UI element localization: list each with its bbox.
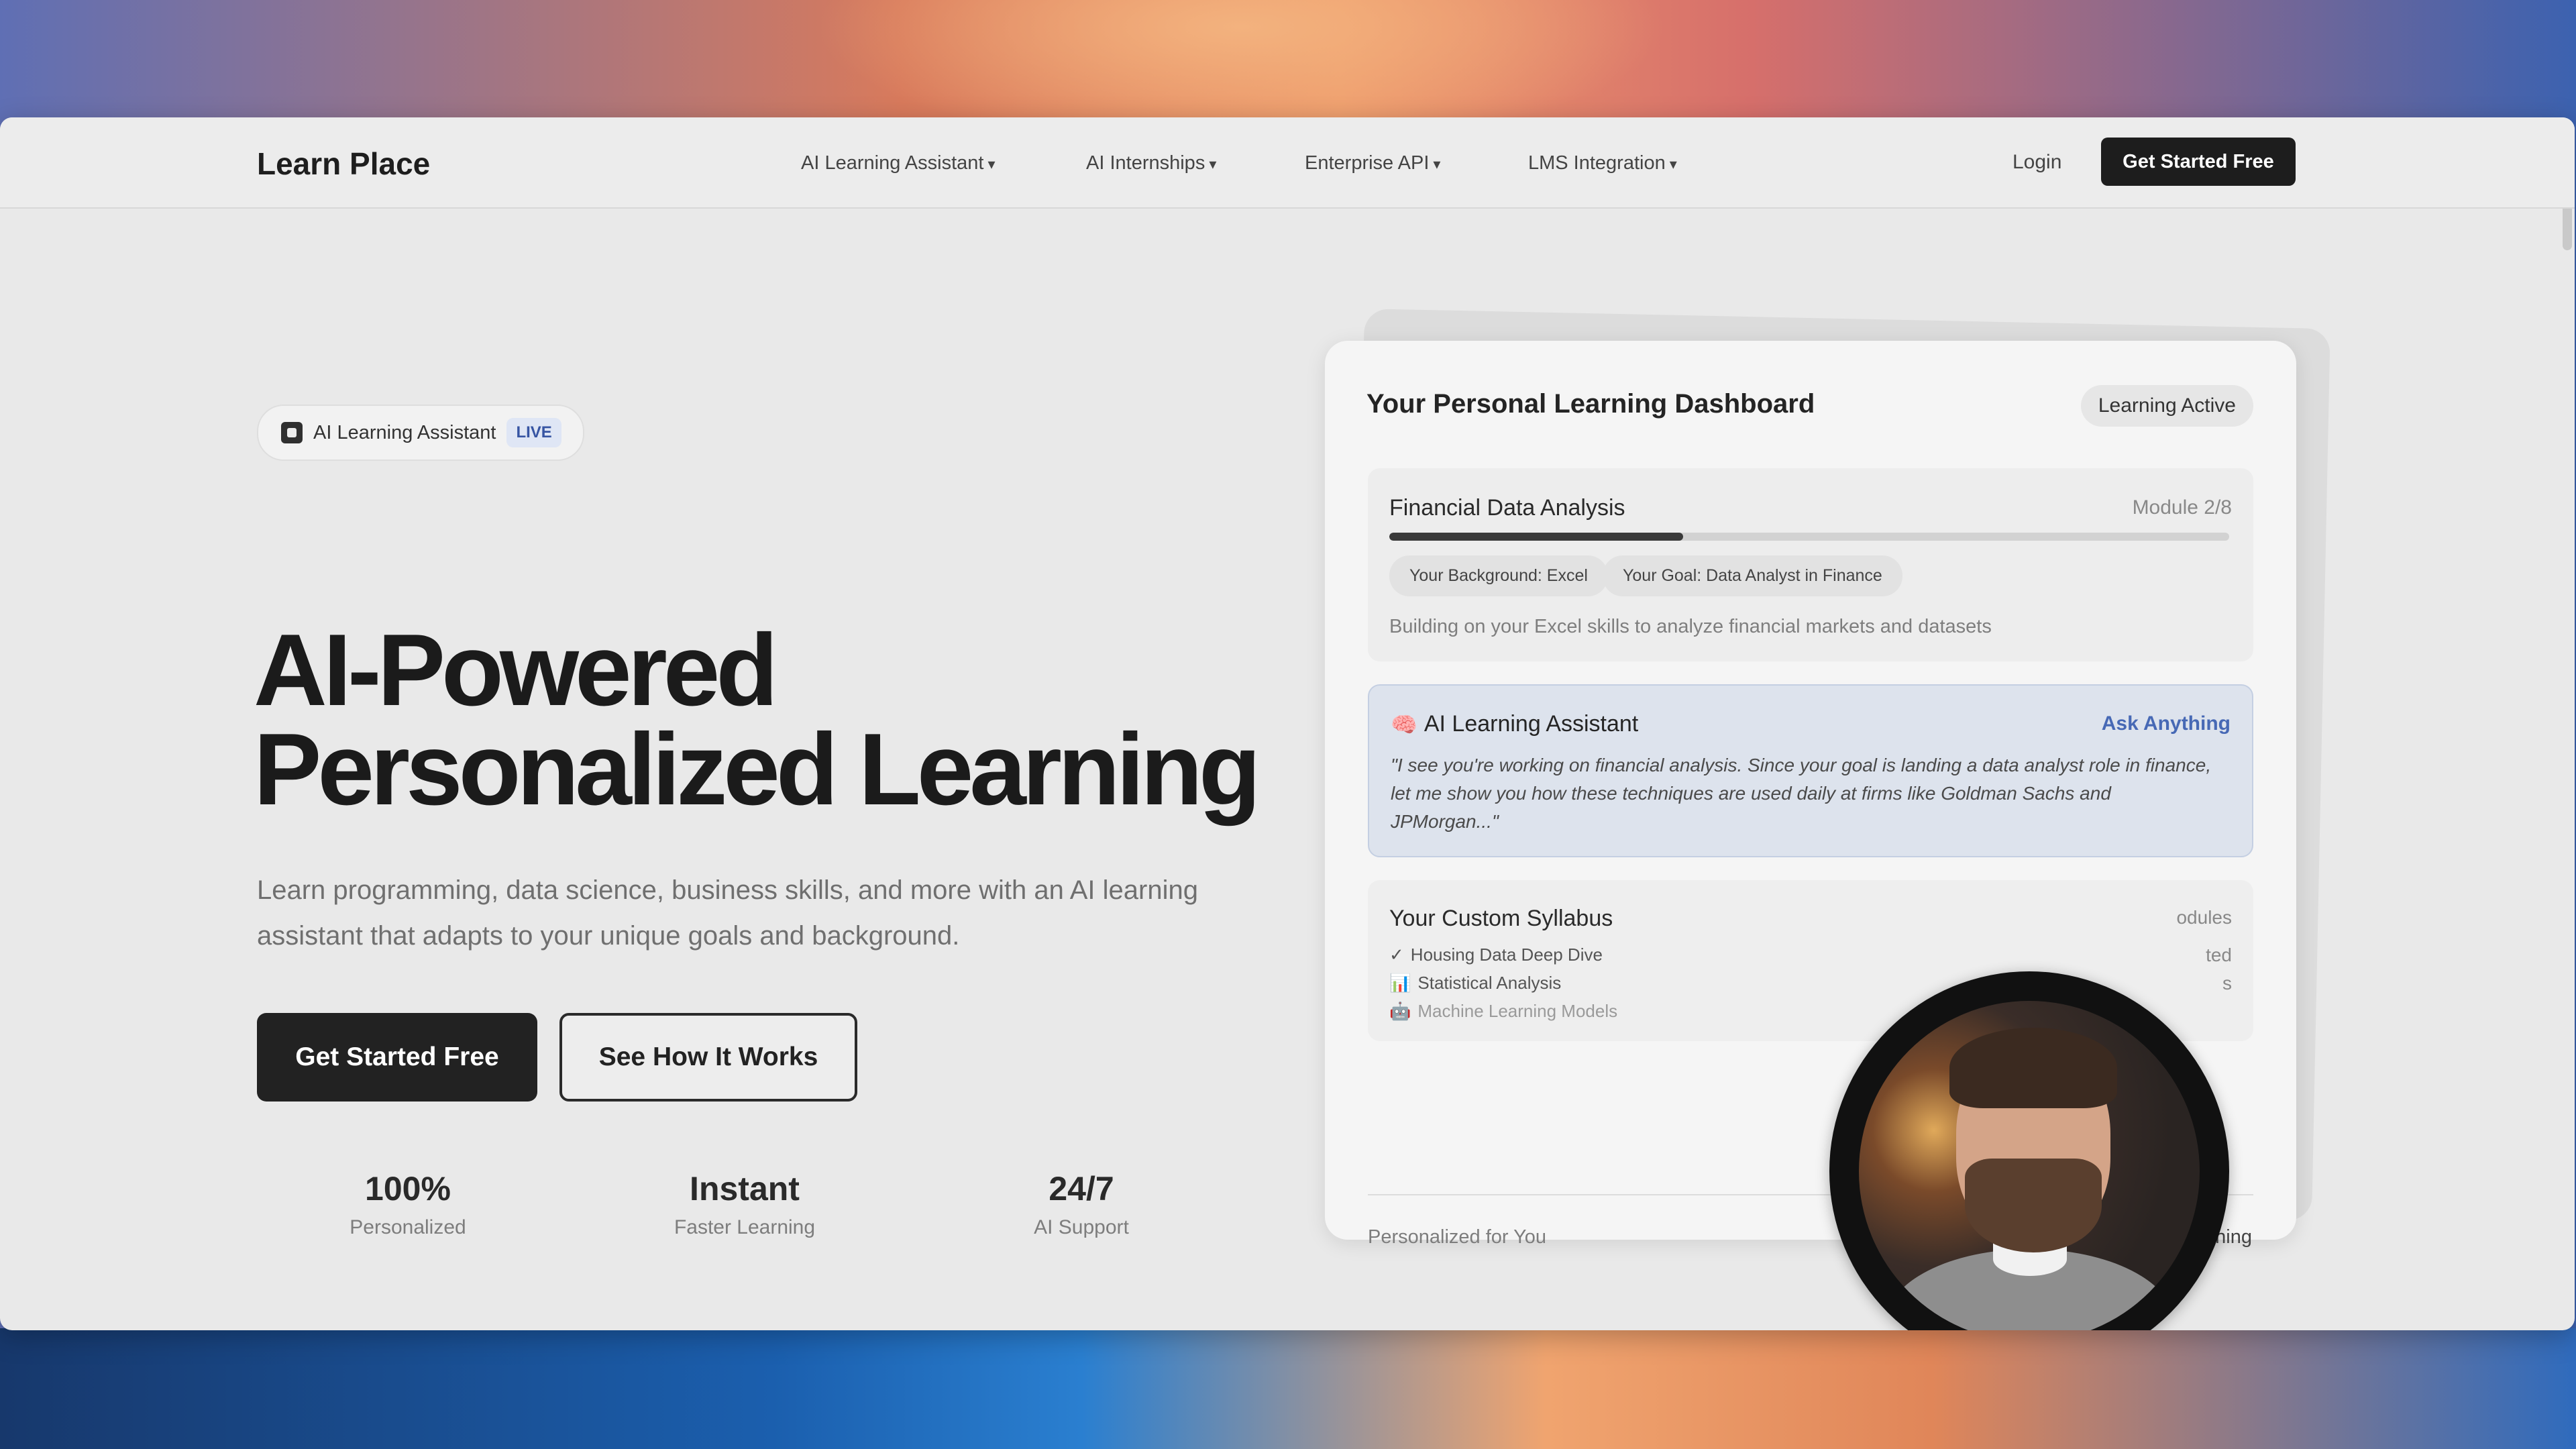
nav-label: AI Learning Assistant — [801, 152, 984, 174]
nav-label: Enterprise API — [1305, 152, 1430, 174]
presenter-beard — [1965, 1159, 2102, 1252]
see-how-it-works-button[interactable]: See How It Works — [559, 1013, 857, 1102]
module-count: Module 2/8 — [2132, 496, 2232, 519]
module-progress-bar — [1389, 533, 2229, 541]
nav-label: LMS Integration — [1528, 152, 1666, 174]
browser-window: Learn Place AI Learning Assistant ▾ AI In… — [0, 117, 2575, 1330]
chevron-down-icon: ▾ — [1669, 156, 1677, 172]
presenter-hair — [1949, 1028, 2117, 1108]
hero-subtitle: Learn programming, data science, busines… — [257, 875, 1198, 951]
goal-tag: Your Goal: Data Analyst in Finance — [1603, 555, 1902, 596]
stat-label: AI Support — [1034, 1216, 1129, 1238]
stat-value: 100% — [365, 1170, 451, 1208]
hero-title-line2: Personalized Learning — [254, 712, 1261, 826]
stat-instant: Instant Faster Learning — [631, 1169, 859, 1239]
module-panel[interactable]: Financial Data Analysis Module 2/8 Your … — [1368, 468, 2253, 661]
top-navbar: Learn Place AI Learning Assistant ▾ AI In… — [0, 117, 2575, 209]
module-name: Financial Data Analysis — [1389, 495, 1625, 521]
chevron-down-icon: ▾ — [1433, 156, 1441, 172]
desktop-wallpaper — [0, 1328, 2576, 1449]
syllabus-item-label: Housing Data Deep Dive — [1410, 945, 1603, 965]
brand-logo[interactable]: Learn Place — [257, 146, 430, 182]
module-description: Building on your Excel skills to analyze… — [1389, 616, 1992, 637]
robot-icon: 🤖 — [1389, 1001, 1411, 1021]
bar-chart-icon: 📊 — [1389, 973, 1411, 993]
stat-label: Personalized — [350, 1216, 466, 1238]
syllabus-meta: odules — [2176, 907, 2232, 928]
ai-assistant-badge[interactable]: AI Learning Assistant LIVE — [257, 405, 584, 461]
nav-ai-internships[interactable]: AI Internships ▾ — [1086, 152, 1216, 174]
personalized-label: Personalized for You — [1368, 1226, 1547, 1248]
stat-label: Faster Learning — [674, 1216, 816, 1238]
hero-title: AI-Powered Personalized Learning — [254, 613, 1261, 826]
stat-personalized: 100% Personalized — [294, 1169, 522, 1239]
assistant-panel: 🧠 AI Learning Assistant Ask Anything "I … — [1368, 684, 2253, 857]
syllabus-meta: s — [2222, 973, 2232, 994]
status-badge: Learning Active — [2080, 385, 2253, 427]
nav-ai-learning-assistant[interactable]: AI Learning Assistant ▾ — [801, 152, 996, 174]
get-started-button[interactable]: Get Started Free — [257, 1013, 537, 1102]
nav-label: AI Internships — [1086, 152, 1205, 174]
hero-title-line1: AI-Powered — [254, 613, 778, 727]
syllabus-item-label: Machine Learning Models — [1417, 1001, 1618, 1021]
nav-lms-integration[interactable]: LMS Integration ▾ — [1528, 152, 1677, 174]
footer-status: ning — [2215, 1226, 2252, 1248]
chevron-down-icon: ▾ — [987, 156, 996, 172]
dashboard-title: Your Personal Learning Dashboard — [1366, 389, 1815, 419]
syllabus-item[interactable]: ✓ Housing Data Deep Dive — [1389, 945, 1603, 965]
background-tag: Your Background: Excel — [1389, 555, 1608, 596]
badge-label: AI Learning Assistant — [313, 421, 496, 443]
assistant-quote: "I see you're working on financial analy… — [1391, 755, 2212, 832]
ask-anything-link[interactable]: Ask Anything — [2102, 712, 2231, 735]
square-icon — [281, 422, 303, 443]
syllabus-meta: ted — [2206, 945, 2232, 965]
stat-value: Instant — [690, 1170, 800, 1208]
stat-support: 24/7 AI Support — [967, 1169, 1195, 1239]
syllabus-item[interactable]: 📊 Statistical Analysis — [1389, 973, 1561, 994]
presenter-video — [1859, 1001, 2200, 1330]
live-badge: LIVE — [506, 418, 561, 447]
assistant-title-text: AI Learning Assistant — [1424, 711, 1639, 737]
syllabus-item-label: Statistical Analysis — [1417, 973, 1562, 993]
nav-enterprise-api[interactable]: Enterprise API ▾ — [1305, 152, 1440, 174]
syllabus-title: Your Custom Syllabus — [1389, 906, 1613, 931]
brain-icon: 🧠 — [1391, 712, 1417, 737]
stat-value: 24/7 — [1049, 1170, 1114, 1208]
assistant-title: 🧠 AI Learning Assistant — [1391, 711, 1638, 737]
nav-get-started-button[interactable]: Get Started Free — [2101, 138, 2296, 186]
check-icon: ✓ — [1389, 945, 1404, 965]
syllabus-item[interactable]: 🤖 Machine Learning Models — [1389, 1001, 1617, 1022]
chevron-down-icon: ▾ — [1209, 156, 1217, 172]
login-link[interactable]: Login — [2012, 151, 2061, 174]
progress-fill — [1389, 533, 1684, 541]
